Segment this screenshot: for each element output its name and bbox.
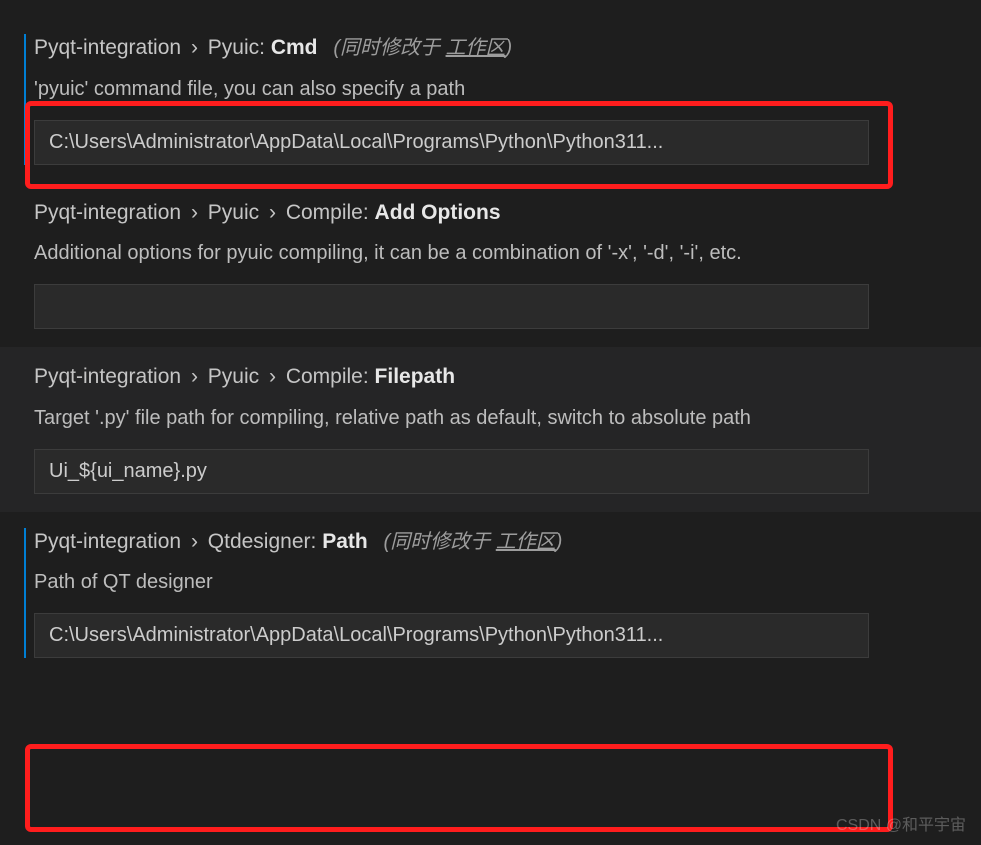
highlight-box <box>25 744 893 832</box>
setting-label: Path <box>322 530 368 553</box>
scope-prefix: (同时修改于 <box>384 531 496 553</box>
setting-description: Path of QT designer <box>34 567 965 597</box>
input-wrap <box>34 284 869 329</box>
setting-pyuic-add-options: Pyqt-integration › Pyuic › Compile: Add … <box>0 183 981 348</box>
input-wrap <box>34 613 869 658</box>
setting-label: Filepath <box>375 365 456 388</box>
pyuic-filepath-input[interactable] <box>34 449 869 494</box>
breadcrumb-part: Qtdesigner <box>208 530 311 553</box>
setting-description: 'pyuic' command file, you can also speci… <box>34 74 965 104</box>
setting-pyuic-filepath: Pyqt-integration › Pyuic › Compile: File… <box>0 347 981 512</box>
pyuic-cmd-input[interactable] <box>34 120 869 165</box>
breadcrumb-separator: › <box>269 201 276 224</box>
breadcrumb-part: Pyqt-integration <box>34 201 181 224</box>
setting-description: Additional options for pyuic compiling, … <box>34 238 965 268</box>
input-wrap <box>34 449 869 494</box>
setting-title: Pyqt-integration › Pyuic › Compile: Add … <box>34 197 965 229</box>
breadcrumb-separator: › <box>191 201 198 224</box>
modified-indicator <box>24 528 26 659</box>
setting-label: Cmd <box>271 36 318 59</box>
breadcrumb-part: Pyqt-integration <box>34 530 181 553</box>
setting-title: Pyqt-integration › Pyuic › Compile: File… <box>34 361 965 393</box>
breadcrumb-part: Pyuic <box>208 365 259 388</box>
scope-suffix: ) <box>556 531 563 553</box>
input-wrap <box>34 120 869 165</box>
breadcrumb-part: Pyuic <box>208 201 259 224</box>
setting-label: Add Options <box>375 201 501 224</box>
setting-description: Target '.py' file path for compiling, re… <box>34 403 965 433</box>
breadcrumb-part: Compile <box>286 201 363 224</box>
watermark: CSDN @和平宇宙 <box>836 811 966 835</box>
breadcrumb-separator: › <box>269 365 276 388</box>
scope-link-workspace[interactable]: 工作区 <box>446 37 506 59</box>
breadcrumb-part: Compile <box>286 365 363 388</box>
setting-title: Pyqt-integration › Qtdesigner: Path (同时修… <box>34 526 965 558</box>
breadcrumb-separator: › <box>191 36 198 59</box>
setting-qtdesigner-path: Pyqt-integration › Qtdesigner: Path (同时修… <box>0 512 981 677</box>
pyuic-add-options-input[interactable] <box>34 284 869 329</box>
scope-note: (同时修改于 工作区) <box>333 37 512 59</box>
qtdesigner-path-input[interactable] <box>34 613 869 658</box>
settings-list: Pyqt-integration › Pyuic: Cmd (同时修改于 工作区… <box>0 0 981 676</box>
setting-pyuic-cmd: Pyqt-integration › Pyuic: Cmd (同时修改于 工作区… <box>0 18 981 183</box>
breadcrumb-separator: › <box>191 530 198 553</box>
breadcrumb-part: Pyqt-integration <box>34 36 181 59</box>
modified-indicator <box>24 34 26 165</box>
setting-title: Pyqt-integration › Pyuic: Cmd (同时修改于 工作区… <box>34 32 965 64</box>
scope-suffix: ) <box>506 37 513 59</box>
breadcrumb-part: Pyuic <box>208 36 259 59</box>
breadcrumb-separator: › <box>191 365 198 388</box>
breadcrumb-part: Pyqt-integration <box>34 365 181 388</box>
scope-prefix: (同时修改于 <box>333 37 445 59</box>
scope-link-workspace[interactable]: 工作区 <box>496 531 556 553</box>
scope-note: (同时修改于 工作区) <box>384 531 563 553</box>
